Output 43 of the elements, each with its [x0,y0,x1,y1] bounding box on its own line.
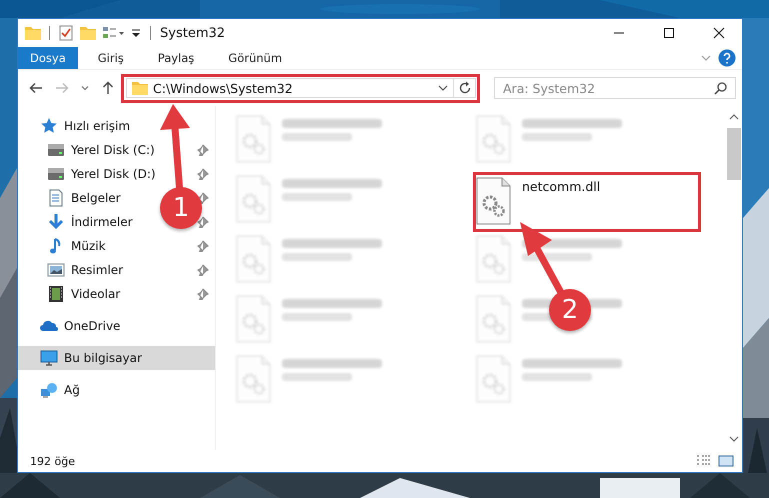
videos-icon [47,285,65,303]
ribbon-tab[interactable]: Dosya [18,47,78,69]
ribbon-tab[interactable]: Paylaş [144,47,208,69]
downloads-icon [47,213,65,231]
sidebar-item[interactable]: Ağ [40,381,80,399]
documents-icon [47,189,65,207]
drive-icon [47,165,65,183]
large-icons-view-icon[interactable] [718,454,734,468]
sidebar-item[interactable]: İndirmeler [47,213,133,231]
sidebar-item[interactable]: Resimler [47,261,124,279]
sidebar-item[interactable]: Belgeler [47,189,121,207]
chevron-up-icon[interactable] [728,112,738,122]
sidebar-item[interactable]: Müzik [47,237,106,255]
sidebar-item[interactable]: Bu bilgisayar [40,349,142,367]
window-title: System32 [160,26,226,40]
close-icon [713,27,725,39]
scroll-thumb[interactable] [726,128,740,180]
sidebar-item[interactable]: Hızlı erişim [40,117,130,135]
file-item[interactable]: netcomm.dll [476,177,600,225]
folder-icon [131,79,149,97]
ribbon-tab[interactable]: Görünüm [214,47,296,69]
file-gear-icon [476,177,512,225]
star-icon [40,117,58,135]
sidebar-item[interactable]: Videolar [47,285,120,303]
refresh-icon [458,81,472,95]
chevron-down-icon[interactable] [80,83,90,93]
pictures-icon [47,261,65,279]
ribbon-tab[interactable]: Giriş [84,47,138,69]
help-icon[interactable] [718,49,736,67]
sidebar-item[interactable]: OneDrive [40,317,120,335]
sidebar-item[interactable]: Yerel Disk (D:) [47,165,156,183]
network-icon [40,381,58,399]
search-field[interactable]: Ara: System32 [494,77,736,99]
address-path: C:\Windows\System32 [153,80,293,96]
search-icon[interactable] [714,81,728,95]
item-count: 192 öğe [30,454,75,468]
maximize-icon [663,27,675,39]
computer-icon [40,349,58,367]
sidebar-item[interactable]: Yerel Disk (C:) [47,141,155,159]
chevron-down-icon[interactable] [728,434,738,444]
address-field[interactable]: C:\Windows\System32 [126,78,476,98]
drive-icon [47,141,65,159]
checklist-icon[interactable] [57,24,75,42]
